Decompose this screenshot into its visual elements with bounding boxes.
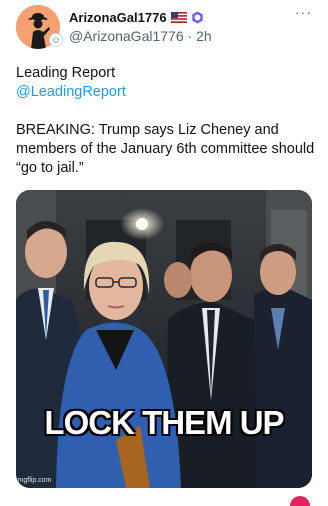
verified-hexagon-icon [191, 10, 203, 24]
more-options-icon[interactable]: ··· [295, 4, 312, 20]
timestamp[interactable]: 2h [196, 28, 212, 44]
handle[interactable]: @ArizonaGal1776 [69, 28, 184, 44]
separator: · [187, 28, 193, 44]
display-name[interactable]: ArizonaGal1776 [69, 10, 167, 25]
meme-caption: LOCK THEM UP [44, 403, 285, 441]
quoted-source-name: Leading Report [16, 65, 116, 81]
tweet-media-image[interactable]: LOCK THEM UP imgflip.com [16, 190, 312, 488]
tweet-header: ArizonaGal1776 @ArizonaGal1776 · 2h [69, 8, 299, 45]
meme-photo [16, 190, 312, 488]
quoted-source-handle-link[interactable]: @LeadingReport [16, 83, 316, 102]
avatar-badge-icon: ☺ [49, 33, 63, 47]
next-tweet-avatar-partial[interactable] [290, 496, 310, 506]
handle-row: @ArizonaGal1776 · 2h [69, 28, 299, 44]
us-flag-icon [170, 11, 187, 23]
tweet-text: Leading Report @LeadingReport BREAKING: … [16, 64, 316, 178]
image-watermark: imgflip.com [16, 477, 52, 484]
tweet-body-text: BREAKING: Trump says Liz Cheney and memb… [16, 122, 315, 176]
